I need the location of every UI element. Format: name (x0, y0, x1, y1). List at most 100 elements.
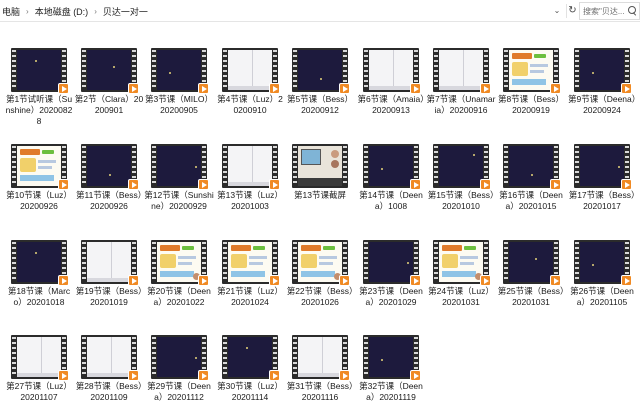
play-icon (58, 275, 69, 286)
refresh-icon[interactable]: ↻ (566, 4, 578, 18)
search-placeholder: 搜索"贝达... (583, 6, 625, 16)
file-item[interactable]: 第30节课（Luz）20201114 (215, 331, 285, 417)
file-item[interactable]: 第2节（Clara）20200901 (74, 44, 144, 130)
play-icon (339, 370, 350, 381)
file-item[interactable]: 第6节课（Amaia）20200913 (356, 44, 426, 130)
play-icon (269, 179, 280, 190)
file-item[interactable]: 第16节课（Deena）20201015 (496, 140, 566, 226)
video-thumbnail (356, 236, 426, 286)
file-item[interactable]: 第25节课（Bess）20201031 (496, 236, 566, 322)
file-item[interactable]: 第18节课（Marco）20201018 (4, 236, 74, 322)
file-item[interactable]: 第7节课（Unamaria）20200916 (426, 44, 496, 130)
file-item[interactable]: 第19节课（Bess）20201019 (74, 236, 144, 322)
video-thumbnail (74, 236, 144, 286)
search-icon[interactable] (627, 6, 637, 16)
file-item[interactable]: 第15节课（Bess）20201010 (426, 140, 496, 226)
search-input[interactable]: 搜索"贝达... (579, 2, 640, 20)
chevron-down-icon[interactable]: ⌄ (552, 5, 562, 17)
play-icon (198, 275, 209, 286)
breadcrumb-drive-d[interactable]: 本地磁盘 (D:) (33, 5, 91, 18)
breadcrumb-current-folder[interactable]: 贝达一对一 (101, 5, 150, 18)
file-item[interactable]: 第23节课（Deena）20201029 (356, 236, 426, 322)
file-item[interactable]: 第5节课（Bess）20200912 (285, 44, 355, 130)
file-name: 第32节课（Deena）20201119 (359, 381, 423, 402)
file-name: 第29节课（Deena）20201112 (147, 381, 211, 402)
film-strip-icon (363, 240, 421, 286)
file-name: 第2节（Clara）20200901 (74, 94, 144, 115)
video-thumbnail (356, 44, 426, 94)
video-thumbnail (285, 236, 355, 286)
play-icon (410, 83, 421, 94)
video-thumbnail (4, 44, 74, 94)
file-item[interactable]: 第22节课（Bess）20201026 (285, 236, 355, 322)
file-name: 第27节课（Luz）20201107 (6, 381, 72, 402)
file-item[interactable]: 第9节课（Deena）20200924 (567, 44, 637, 130)
file-name: 第25节课（Bess）20201031 (497, 286, 565, 307)
play-icon (269, 83, 280, 94)
play-icon (621, 275, 632, 286)
file-name: 第18节课（Marco）20201018 (7, 286, 71, 307)
file-item[interactable]: 第27节课（Luz）20201107 (4, 331, 74, 417)
file-item[interactable]: 第12节课（Sunshine）20200929 (144, 140, 214, 226)
file-item[interactable]: 第3节课（MILO）20200905 (144, 44, 214, 130)
file-item[interactable]: 第31节课（Bess）20201116 (285, 331, 355, 417)
file-item[interactable]: 第13节课（Luz）20201003 (215, 140, 285, 226)
file-name: 第20节课（Deena）20201022 (147, 286, 211, 307)
file-item[interactable]: 第26节课（Deena）20201105 (567, 236, 637, 322)
video-thumbnail (74, 140, 144, 190)
video-thumbnail (567, 236, 637, 286)
file-name: 第22节课（Bess）20201026 (286, 286, 354, 307)
film-strip-icon (292, 335, 350, 381)
file-item[interactable]: 第24节课（Luz）20201031 (426, 236, 496, 322)
play-icon (550, 179, 561, 190)
film-strip-icon (363, 335, 421, 381)
film-strip-icon (363, 48, 421, 94)
video-thumbnail (215, 331, 285, 381)
file-name: 第24节课（Luz）20201031 (428, 286, 494, 307)
play-icon (550, 83, 561, 94)
file-name: 第16节课（Deena）20201015 (499, 190, 563, 211)
file-item[interactable]: 第21节课（Luz）20201024 (215, 236, 285, 322)
play-icon (410, 179, 421, 190)
film-strip-icon (222, 335, 280, 381)
file-item[interactable]: 第4节课（Luz）20200910 (215, 44, 285, 130)
file-item[interactable]: 第17节课（Bess）20201017 (567, 140, 637, 226)
film-strip-icon (81, 240, 139, 286)
video-thumbnail (144, 236, 214, 286)
film-strip-icon (11, 48, 69, 94)
chevron-right-icon: › (94, 6, 97, 16)
video-thumbnail (144, 44, 214, 94)
video-thumbnail (215, 44, 285, 94)
file-item[interactable]: 第29节课（Deena）20201112 (144, 331, 214, 417)
video-thumbnail (285, 44, 355, 94)
film-strip-icon (292, 48, 350, 94)
film-strip-icon (11, 240, 69, 286)
file-item[interactable]: 第1节试听课（Sunshine）20200828 (4, 44, 74, 130)
video-thumbnail (356, 140, 426, 190)
play-icon (198, 83, 209, 94)
video-thumbnail (426, 140, 496, 190)
file-item[interactable]: 第13节课截屏 (285, 140, 355, 226)
film-strip-icon (81, 144, 139, 190)
video-thumbnail (496, 236, 566, 286)
film-strip-icon (574, 144, 632, 190)
film-strip-icon (11, 144, 69, 190)
file-item[interactable]: 第8节课（Bess）20200919 (496, 44, 566, 130)
film-strip-icon (222, 144, 280, 190)
breadcrumb-computer[interactable]: 电脑 (0, 5, 22, 18)
play-icon (269, 370, 280, 381)
file-item[interactable]: 第20节课（Deena）20201022 (144, 236, 214, 322)
play-icon (269, 275, 280, 286)
video-thumbnail (285, 331, 355, 381)
file-item[interactable]: 第14节课（Deena）1008 (356, 140, 426, 226)
play-icon (410, 275, 421, 286)
video-thumbnail (567, 44, 637, 94)
file-item[interactable]: 第11节课（Bess）20200926 (74, 140, 144, 226)
file-item[interactable]: 第28节课（Bess）20201109 (74, 331, 144, 417)
film-strip-icon (222, 48, 280, 94)
breadcrumb: 电脑 › 本地磁盘 (D:) › 贝达一对一 (0, 0, 150, 22)
file-name: 第28节课（Bess）20201109 (75, 381, 143, 402)
play-icon (58, 370, 69, 381)
file-item[interactable]: 第32节课（Deena）20201119 (356, 331, 426, 417)
file-item[interactable]: 第10节课（Luz）20200926 (4, 140, 74, 226)
